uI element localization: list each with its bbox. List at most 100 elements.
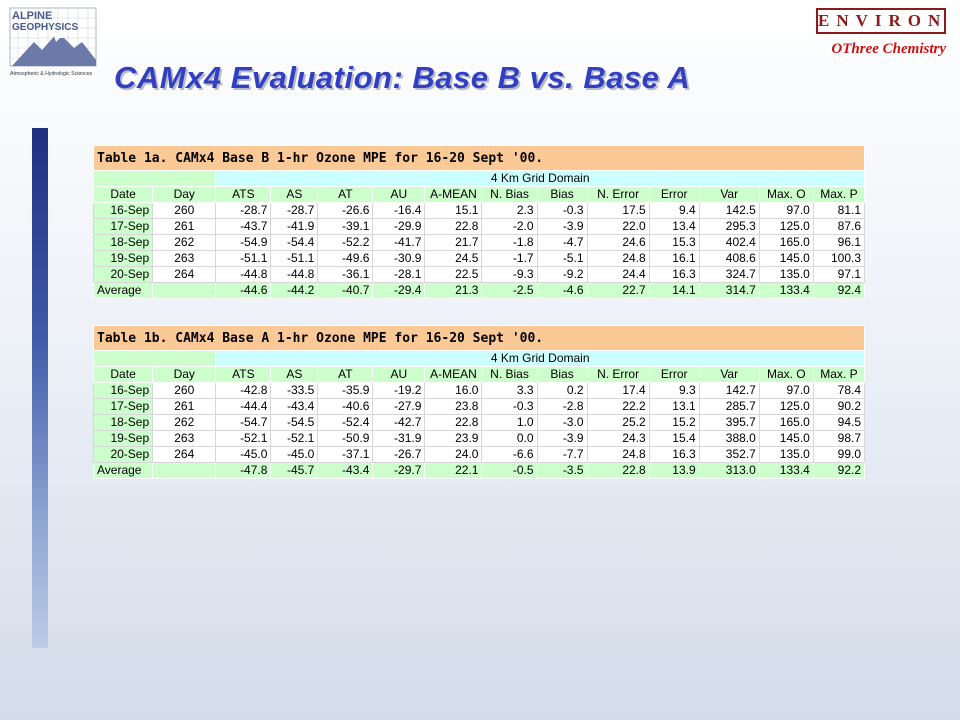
average-cell: 92.4 (812, 282, 866, 299)
grid-domain-label: 4 Km Grid Domain (215, 170, 865, 187)
value-cell: 98.7 (812, 430, 866, 447)
value-cell: 13.1 (648, 398, 700, 415)
average-cell: -2.5 (481, 282, 538, 299)
value-cell: 17.4 (586, 382, 650, 399)
table-row: 20-Sep 264 -45.0 -45.0 -37.1 -26.7 24.0 -6.6 -7.… (92, 446, 866, 463)
value-cell: 16.1 (648, 250, 700, 267)
value-cell: -2.0 (481, 218, 538, 235)
value-cell: 22.8 (424, 414, 483, 431)
value-cell: 295.3 (698, 218, 760, 235)
day-cell: 261 (152, 218, 217, 235)
value-cell: 23.9 (424, 430, 483, 447)
average-cell: -4.6 (536, 282, 588, 299)
column-header: ATS (215, 366, 272, 383)
value-cell: -28.7 (270, 202, 319, 219)
value-cell: 285.7 (698, 398, 760, 415)
decorative-sidebar-bar (32, 128, 48, 648)
value-cell: -51.1 (270, 250, 319, 267)
value-cell: -28.7 (215, 202, 272, 219)
average-cell: -44.2 (270, 282, 319, 299)
value-cell: -27.9 (372, 398, 426, 415)
value-cell: 22.2 (586, 398, 650, 415)
subtitle: OThree Chemistry (831, 41, 946, 57)
table-row: 17-Sep 261 -43.7 -41.9 -39.1 -29.9 22.8 -2.0 -3.… (92, 218, 866, 235)
table-caption: Table 1b. CAMx4 Base A 1-hr Ozone MPE fo… (93, 325, 865, 351)
value-cell: 142.5 (698, 202, 760, 219)
column-header: N. Bias (481, 186, 538, 203)
value-cell: 24.8 (586, 446, 650, 463)
value-cell: -2.8 (536, 398, 588, 415)
date-cell: 20-Sep (92, 446, 154, 463)
logo-line2: GEOPHYSICS (12, 22, 78, 33)
value-cell: -5.1 (536, 250, 588, 267)
value-cell: 395.7 (698, 414, 760, 431)
column-header: Max. P (812, 366, 866, 383)
day-cell: 260 (152, 382, 217, 399)
value-cell: 23.8 (424, 398, 483, 415)
environ-logo: ENVIRON (816, 8, 946, 34)
value-cell: 2.3 (481, 202, 538, 219)
value-cell: -9.3 (481, 266, 538, 283)
value-cell: 408.6 (698, 250, 760, 267)
average-label: Average (92, 462, 154, 479)
value-cell: -33.5 (270, 382, 319, 399)
logo-line1: ALPINE (12, 10, 52, 22)
column-header: Bias (536, 186, 588, 203)
value-cell: 125.0 (758, 398, 814, 415)
day-cell: 264 (152, 266, 217, 283)
average-cell: -0.5 (481, 462, 538, 479)
value-cell: 22.0 (586, 218, 650, 235)
value-cell: 13.4 (648, 218, 700, 235)
value-cell: -37.1 (317, 446, 374, 463)
value-cell: 145.0 (758, 430, 814, 447)
value-cell: 87.6 (812, 218, 866, 235)
value-cell: 94.5 (812, 414, 866, 431)
value-cell: 324.7 (698, 266, 760, 283)
average-cell: 14.1 (648, 282, 700, 299)
average-cell: -3.5 (536, 462, 588, 479)
average-row: Average -44.6 -44.2 -40.7 -29.4 21.3 -2.5 -4.6 2… (92, 282, 866, 299)
value-cell: -54.7 (215, 414, 272, 431)
value-cell: -42.7 (372, 414, 426, 431)
value-cell: -9.2 (536, 266, 588, 283)
average-label: Average (92, 282, 154, 299)
day-cell: 264 (152, 446, 217, 463)
day-cell: 262 (152, 414, 217, 431)
value-cell: -29.9 (372, 218, 426, 235)
average-cell: 314.7 (698, 282, 760, 299)
date-cell: 19-Sep (92, 250, 154, 267)
value-cell: -44.8 (215, 266, 272, 283)
table-row: 19-Sep 263 -52.1 -52.1 -50.9 -31.9 23.9 0.0 -3.9… (92, 430, 866, 447)
value-cell: -31.9 (372, 430, 426, 447)
table-row: 18-Sep 262 -54.9 -54.4 -52.2 -41.7 21.7 -1.8 -4.… (92, 234, 866, 251)
value-cell: 9.4 (648, 202, 700, 219)
alpine-geophysics-logo: ALPINE GEOPHYSICS Atmospheric & Hydrolog… (9, 7, 97, 77)
value-cell: -0.3 (481, 398, 538, 415)
column-header: N. Bias (481, 366, 538, 383)
value-cell: -1.8 (481, 234, 538, 251)
average-cell: -29.4 (372, 282, 426, 299)
value-cell: 0.2 (536, 382, 588, 399)
value-cell: 145.0 (758, 250, 814, 267)
value-cell: 96.1 (812, 234, 866, 251)
date-cell: 18-Sep (92, 414, 154, 431)
column-header: AT (317, 186, 374, 203)
value-cell: 90.2 (812, 398, 866, 415)
value-cell: 125.0 (758, 218, 814, 235)
value-cell: -36.1 (317, 266, 374, 283)
table-row: 20-Sep 264 -44.8 -44.8 -36.1 -28.1 22.5 -9.3 -9.… (92, 266, 866, 283)
value-cell: -45.0 (270, 446, 319, 463)
average-cell (152, 282, 217, 299)
value-cell: 16.3 (648, 446, 700, 463)
value-cell: 15.2 (648, 414, 700, 431)
column-header: Max. O (758, 366, 814, 383)
average-cell: 22.8 (586, 462, 650, 479)
column-header: A-MEAN (424, 186, 483, 203)
date-cell: 18-Sep (92, 234, 154, 251)
page-title: CAMx4 Evaluation: Base B vs. Base A (114, 60, 691, 95)
average-cell: -43.4 (317, 462, 374, 479)
column-header: Date (92, 186, 154, 203)
logo-tagline: Atmospheric & Hydrologic Sciences (10, 71, 93, 77)
value-cell: 24.8 (586, 250, 650, 267)
date-cell: 17-Sep (92, 218, 154, 235)
